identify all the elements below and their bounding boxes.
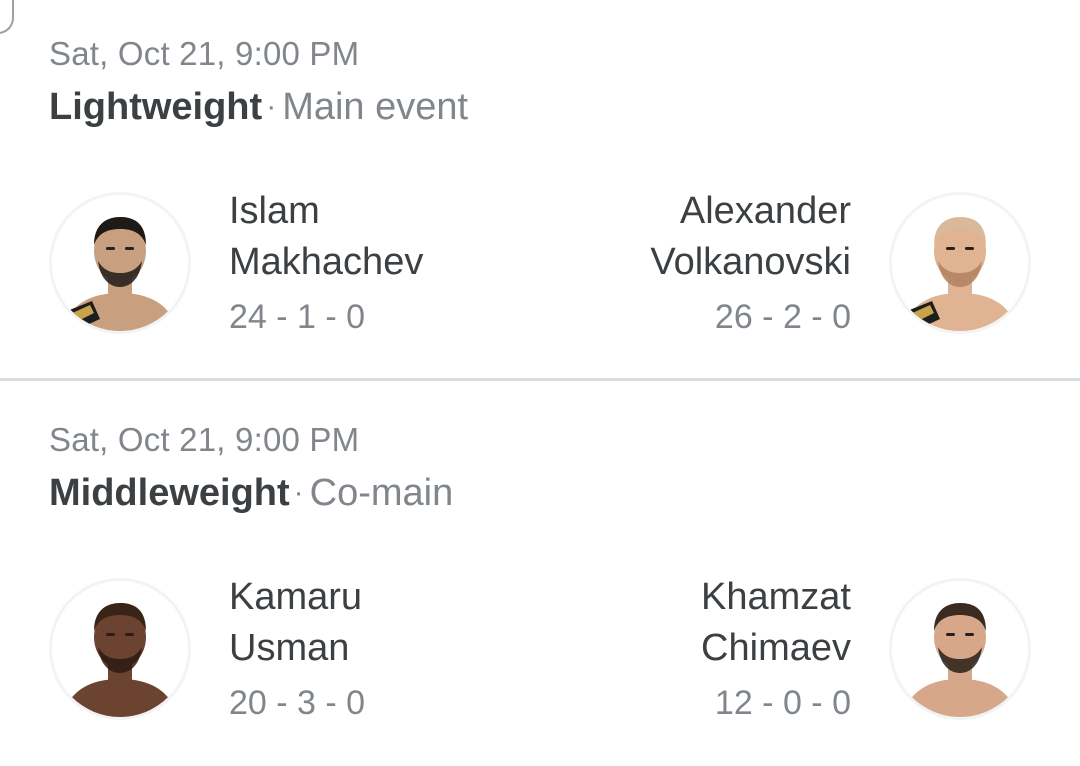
fighter-first-name: Alexander [679,190,851,232]
fighter-avatar-left[interactable] [52,581,188,717]
event-type: Main event [282,86,469,128]
divider [0,378,1080,381]
fighter-name-left[interactable]: Kamaru Usman [229,572,362,674]
fighter-avatar-right[interactable] [892,195,1028,331]
fighter-first-name: Kamaru [229,576,363,618]
fight-headline: Lightweight · Main event [49,86,468,129]
fighter-photo-icon [52,195,188,331]
fighter-last-name: Usman [229,627,350,669]
fighter-record-left: 20 - 3 - 0 [229,684,366,722]
fighter-first-name: Islam [229,190,320,232]
fighter-last-name: Makhachev [229,241,424,283]
fighter-avatar-right[interactable] [892,581,1028,717]
fighter-last-name: Chimaev [701,627,851,669]
fight-datetime: Sat, Oct 21, 9:00 PM [49,421,360,458]
fighter-name-right[interactable]: Alexander Volkanovski [650,186,851,288]
fight-card-co-main[interactable]: Sat, Oct 21, 9:00 PM Middleweight · Co-mai… [0,386,1080,766]
fighter-first-name: Khamzat [701,576,851,618]
fight-card-main-event[interactable]: Sat, Oct 21, 9:00 PM Lightweight · Main ev… [0,0,1080,381]
fighter-photo-icon [892,581,1028,717]
fight-datetime: Sat, Oct 21, 9:00 PM [49,35,360,72]
fighter-last-name: Volkanovski [650,241,851,283]
fighter-record-right: 26 - 2 - 0 [714,298,851,336]
fighter-photo-icon [892,195,1028,331]
event-type: Co-main [309,472,454,514]
weight-class: Middleweight [49,472,290,514]
fighter-name-right[interactable]: Khamzat Chimaev [701,572,851,674]
fighter-name-left[interactable]: Islam Makhachev [229,186,423,288]
weight-class: Lightweight [49,86,263,128]
separator-dot: · [293,476,304,509]
fighter-avatar-left[interactable] [52,195,188,331]
fighter-photo-icon [52,581,188,717]
fight-headline: Middleweight · Co-main [49,472,453,515]
fighter-record-left: 24 - 1 - 0 [229,298,366,336]
fighter-record-right: 12 - 0 - 0 [714,684,851,722]
separator-dot: · [266,90,277,123]
